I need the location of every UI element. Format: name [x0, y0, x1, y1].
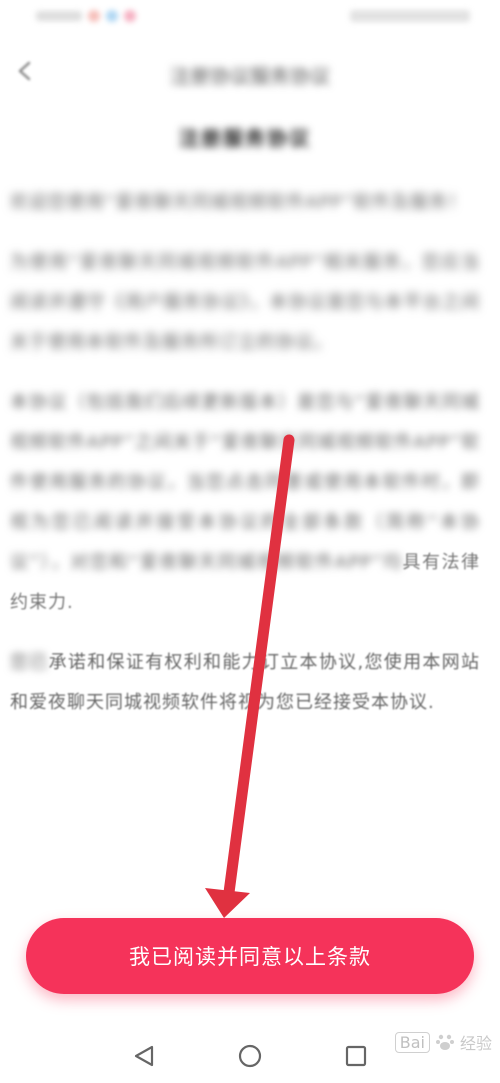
- nav-home-icon[interactable]: [236, 1042, 264, 1070]
- blurred-text: 您已: [10, 652, 49, 673]
- blurred-text: 本协议（包括我们后续更新版本）是您与“爱夜聊天同城视频软件APP”之间关于“爱夜…: [10, 392, 480, 573]
- agreement-paragraph: 您已承诺和保证有权利和能力订立本协议,您使用本网站和爱夜聊天同城视频软件将视为您…: [10, 643, 480, 723]
- carrier-info: [36, 11, 82, 21]
- agreement-text: 承诺和保证有权利和能力订立本协议,您使用本网站和爱夜聊天同城视频软件将视为您已经…: [10, 652, 480, 713]
- watermark-brand: Bai: [394, 1031, 430, 1053]
- page-title: 注册协议服务协议: [170, 64, 330, 88]
- paw-icon: [435, 1034, 454, 1050]
- nav-back-icon[interactable]: [130, 1042, 158, 1070]
- baidu-watermark: Bai 经验: [394, 1030, 492, 1054]
- app-screen: 注册协议服务协议 注册服务协议 欢迎您使用“爱夜聊天同城视频软件APP”软件及服…: [0, 0, 500, 1083]
- agreement-content: 注册服务协议 欢迎您使用“爱夜聊天同城视频软件APP”软件及服务！ 为使用“爱夜…: [10, 122, 480, 743]
- agreement-paragraph: 欢迎您使用“爱夜聊天同城视频软件APP”软件及服务！: [10, 192, 468, 213]
- header: 注册协议服务协议: [0, 48, 500, 96]
- agreement-paragraph: 本协议（包括我们后续更新版本）是您与“爱夜聊天同城视频软件APP”之间关于“爱夜…: [10, 383, 480, 623]
- nav-recents-icon[interactable]: [342, 1042, 370, 1070]
- document-title: 注册服务协议: [179, 126, 311, 150]
- agree-terms-button[interactable]: 我已阅读并同意以上条款: [26, 918, 474, 994]
- watermark-suffix: 经验: [459, 1034, 492, 1053]
- battery-clock-area: [350, 10, 470, 22]
- status-indicators: [36, 10, 136, 22]
- notification-icon: [106, 10, 118, 22]
- status-bar: [0, 0, 500, 36]
- notification-icon: [124, 10, 136, 22]
- arrow-head: [205, 888, 250, 918]
- agreement-paragraph: 为使用“爱夜聊天同城视频软件APP”相关服务，您应当阅读并遵守《用户服务协议》，…: [10, 252, 480, 353]
- notification-icon: [88, 10, 100, 22]
